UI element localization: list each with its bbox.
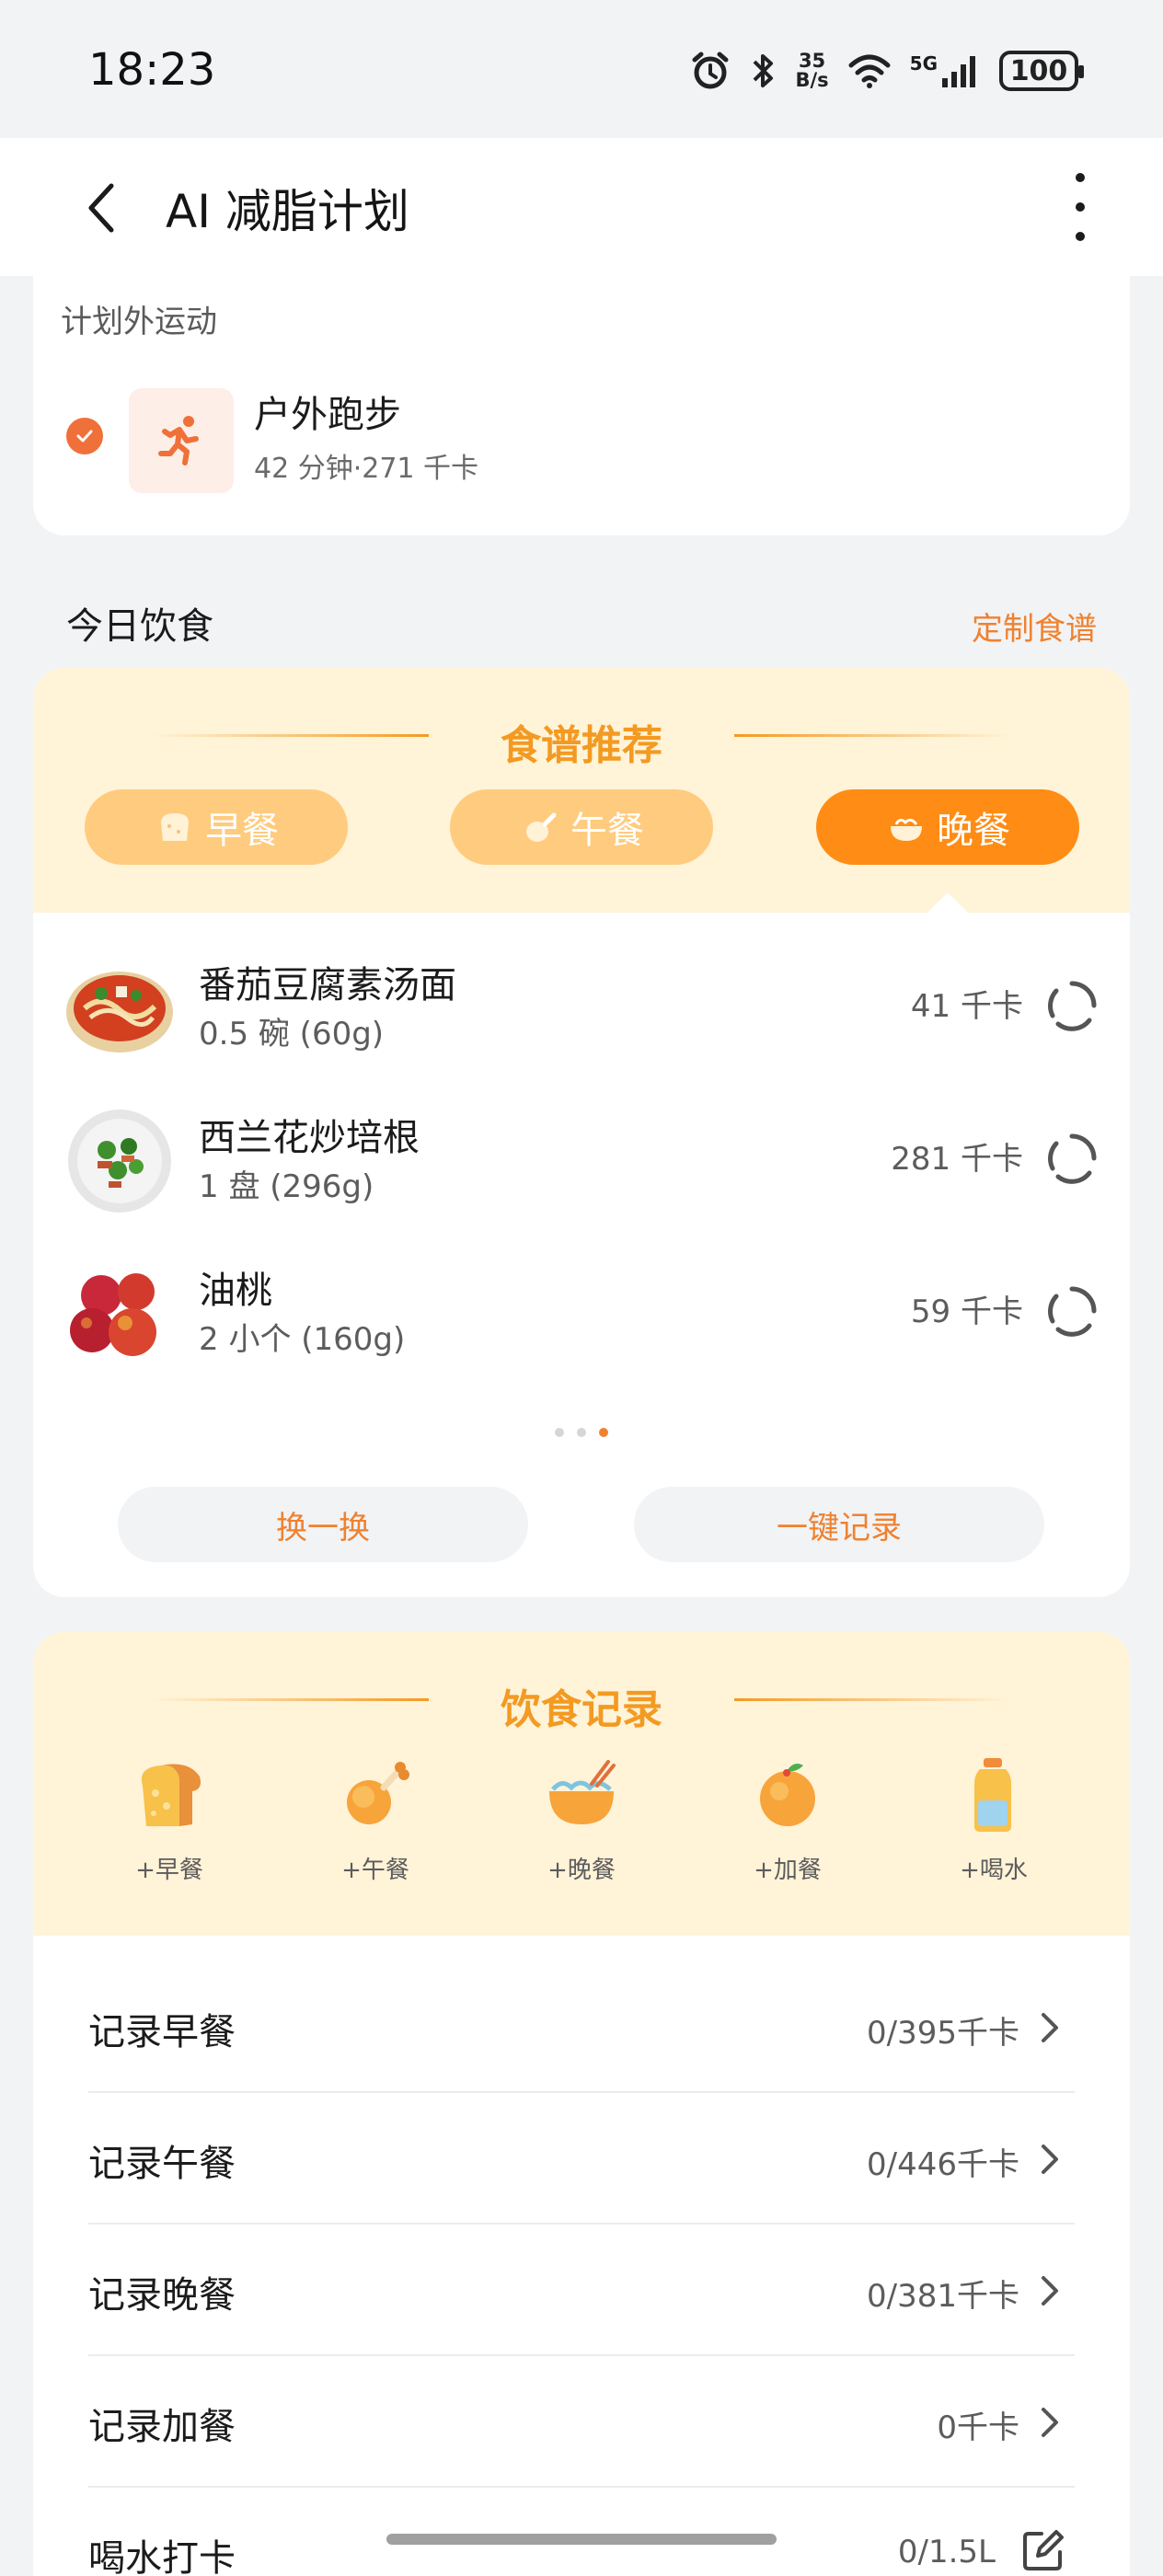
food-name: 番茄豆腐素汤面 xyxy=(199,964,456,1006)
food-row[interactable]: 西兰花炒培根 1 盘 (296g) 281 千卡 xyxy=(33,1087,1130,1225)
tab-lunch[interactable]: 午餐 xyxy=(450,789,713,865)
page-dot xyxy=(577,1428,586,1437)
extra-exercise-card: 计划外运动 户外跑步 42 分钟·271 千卡 xyxy=(33,276,1130,535)
diet-record-title: 饮食记录 xyxy=(501,1686,662,1733)
running-icon xyxy=(129,388,234,493)
title-bar: AI 减脂计划 xyxy=(0,138,1163,276)
refresh-icon[interactable] xyxy=(1045,1132,1099,1185)
today-diet-title: 今日饮食 xyxy=(66,605,213,648)
orange-icon xyxy=(743,1750,832,1838)
alarm-icon xyxy=(690,51,731,91)
noodle-soup-image xyxy=(64,953,175,1064)
food-name: 西兰花炒培根 xyxy=(199,1117,420,1159)
food-calories: 41 千卡 xyxy=(910,988,1023,1025)
log-dinner-row[interactable]: 记录晚餐 0/381千卡 xyxy=(88,2225,1075,2356)
bread-icon xyxy=(154,806,196,848)
noodle-bowl-icon xyxy=(537,1750,626,1838)
more-options-button[interactable] xyxy=(1053,167,1108,247)
food-name: 油桃 xyxy=(199,1270,272,1312)
recipe-recommendation-card: 食谱推荐 早餐 午餐 晚餐 番茄豆腐素汤面 0.5 碗 (60g) 41 千卡 … xyxy=(33,668,1130,1597)
chevron-right-icon xyxy=(1042,2276,1058,2306)
page-dot-active xyxy=(599,1428,608,1437)
status-bar: 18:23 35 B/s 5G 100 xyxy=(0,0,1163,138)
food-row[interactable]: 番茄豆腐素汤面 0.5 碗 (60g) 41 千卡 xyxy=(33,935,1130,1073)
page-dot xyxy=(555,1428,564,1437)
quick-add-water[interactable]: +喝水 xyxy=(920,1750,1067,1885)
food-calories: 281 千卡 xyxy=(891,1141,1023,1178)
food-amount: 1 盘 (296g) xyxy=(199,1168,374,1205)
diet-record-header: 饮食记录 +早餐 +午餐 +晚餐 +加餐 +喝水 xyxy=(33,1632,1130,1936)
nectarine-image xyxy=(64,1259,175,1369)
status-time: 18:23 xyxy=(88,44,216,96)
swap-button[interactable]: 换一换 xyxy=(118,1487,528,1562)
refresh-icon[interactable] xyxy=(1045,979,1099,1032)
cellular-signal-icon: 5G xyxy=(910,52,981,89)
quick-add-dinner[interactable]: +晚餐 xyxy=(508,1750,655,1885)
status-icons: 35 B/s 5G 100 xyxy=(690,48,1084,94)
chevron-right-icon xyxy=(1042,2408,1058,2437)
edit-icon[interactable] xyxy=(1019,2528,1065,2574)
diet-record-card: 饮食记录 +早餐 +午餐 +晚餐 +加餐 +喝水 记录早餐 0/395千卡 记录… xyxy=(33,1632,1130,2576)
log-lunch-row[interactable]: 记录午餐 0/446千卡 xyxy=(88,2093,1075,2225)
quick-add-snack[interactable]: +加餐 xyxy=(714,1750,861,1885)
exercise-detail: 42 分钟·271 千卡 xyxy=(254,453,479,485)
more-vertical-icon xyxy=(1076,173,1085,182)
food-amount: 0.5 碗 (60g) xyxy=(199,1016,385,1052)
back-arrow-icon xyxy=(88,183,114,233)
toast-icon xyxy=(125,1750,213,1838)
home-indicator[interactable] xyxy=(386,2534,777,2545)
quick-add-breakfast[interactable]: +早餐 xyxy=(96,1750,243,1885)
customize-recipe-link[interactable]: 定制食谱 xyxy=(972,604,1097,649)
wifi-icon xyxy=(847,52,892,89)
network-speed: 35 B/s xyxy=(795,50,829,91)
drumstick-icon xyxy=(331,1750,420,1838)
broccoli-bacon-image xyxy=(64,1106,175,1216)
chevron-right-icon xyxy=(1042,2013,1058,2042)
food-row[interactable]: 油桃 2 小个 (160g) 59 千卡 xyxy=(33,1240,1130,1378)
battery-icon: 100 xyxy=(999,51,1084,91)
extra-exercise-label: 计划外运动 xyxy=(61,304,217,340)
record-all-button[interactable]: 一键记录 xyxy=(634,1487,1044,1562)
recipe-card-header: 食谱推荐 早餐 午餐 晚餐 xyxy=(33,668,1130,913)
log-breakfast-row[interactable]: 记录早餐 0/395千卡 xyxy=(88,1961,1075,2093)
bluetooth-icon xyxy=(749,51,777,91)
quick-add-lunch[interactable]: +午餐 xyxy=(302,1750,449,1885)
exercise-name: 户外跑步 xyxy=(254,394,401,436)
checked-icon[interactable] xyxy=(66,418,103,454)
refresh-icon[interactable] xyxy=(1045,1284,1099,1338)
food-amount: 2 小个 (160g) xyxy=(199,1321,406,1358)
page-title: AI 减脂计划 xyxy=(166,185,409,238)
back-button[interactable] xyxy=(74,171,129,245)
drumstick-icon xyxy=(519,806,561,848)
log-snack-row[interactable]: 记录加餐 0千卡 xyxy=(88,2356,1075,2488)
active-tab-pointer xyxy=(927,892,968,913)
food-calories: 59 千卡 xyxy=(910,1294,1023,1330)
recipe-card-title: 食谱推荐 xyxy=(501,722,662,769)
pagination-dots xyxy=(33,1428,1130,1437)
quick-add-row: +早餐 +午餐 +晚餐 +加餐 +喝水 xyxy=(33,1750,1130,1885)
tab-breakfast[interactable]: 早餐 xyxy=(85,789,348,865)
water-checkin-row[interactable]: 喝水打卡 0/1.5L xyxy=(88,2488,1075,2576)
chevron-right-icon xyxy=(1042,2145,1058,2174)
bowl-icon xyxy=(885,806,927,848)
water-bottle-icon xyxy=(950,1750,1038,1838)
tab-dinner[interactable]: 晚餐 xyxy=(816,789,1079,865)
